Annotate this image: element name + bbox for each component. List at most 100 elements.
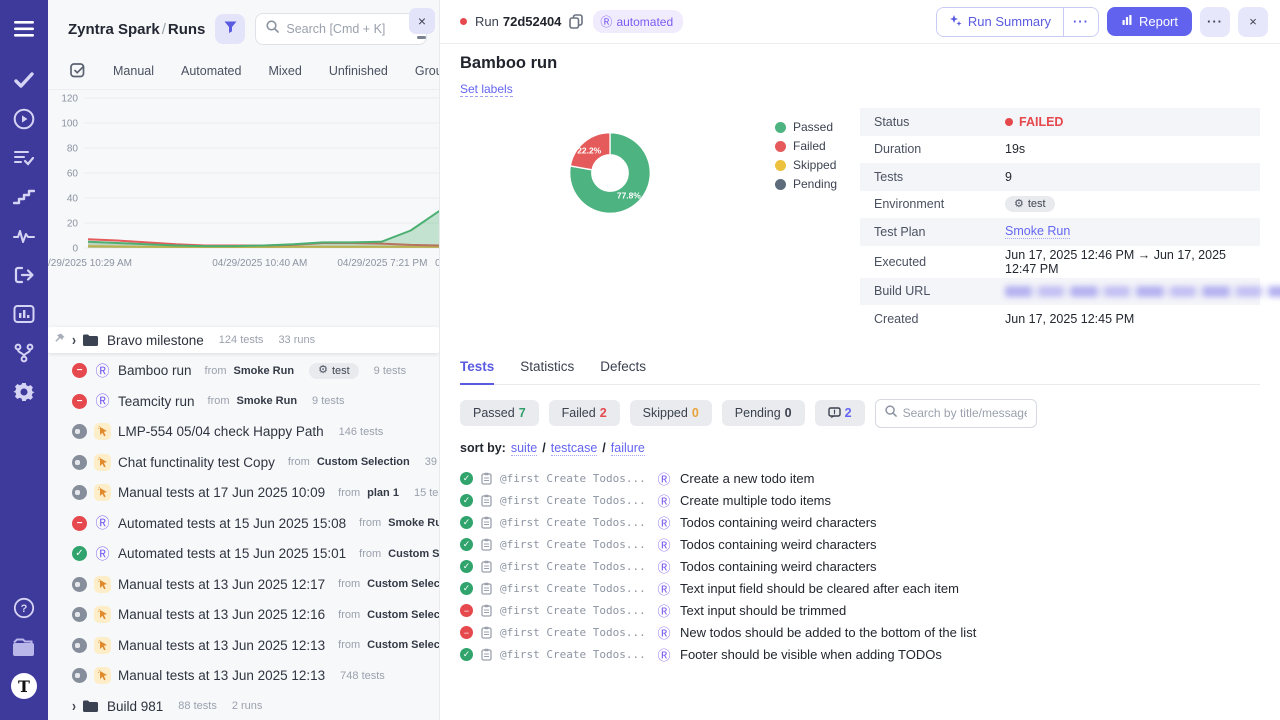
test-suite-path[interactable]: @first Create Todos... [500, 604, 648, 617]
test-suite-path[interactable]: @first Create Todos... [500, 516, 648, 529]
test-row[interactable]: ✓@first Create Todos...ⓇTodos containing… [460, 556, 1260, 578]
automated-badge[interactable]: Ⓡautomated [593, 10, 683, 33]
test-name[interactable]: Todos containing weird characters [680, 515, 877, 530]
sort-by-testcase[interactable]: testcase [551, 441, 598, 456]
branch-icon[interactable] [9, 338, 39, 368]
test-row[interactable]: ✓@first Create Todos...ⓇCreate multiple … [460, 490, 1260, 512]
report-button[interactable]: Report [1107, 7, 1192, 36]
run-row[interactable]: −ⓇAutomated tests at 15 Jun 2025 15:08fr… [48, 510, 439, 536]
test-suite-path[interactable]: @first Create Todos... [500, 538, 648, 551]
run-row[interactable]: −ⓇTeamcity runfromSmoke Run9 tests [48, 388, 439, 414]
run-source[interactable]: Custom Selection [367, 578, 439, 590]
gear-icon[interactable] [9, 377, 39, 407]
tab-unfinished[interactable]: Unfinished [329, 64, 388, 78]
test-name[interactable]: Todos containing weird characters [680, 559, 877, 574]
panel-close-button[interactable]: × [409, 8, 435, 34]
filter-pending-button[interactable]: Pending0 [722, 400, 805, 426]
test-plan-link[interactable]: Smoke Run [1005, 224, 1070, 239]
runs-search-input[interactable] [286, 22, 416, 36]
run-row[interactable]: Manual tests at 13 Jun 2025 12:13fromCus… [48, 632, 439, 658]
build-url-blurred[interactable] [1005, 286, 1280, 297]
test-name[interactable]: Text input field should be cleared after… [680, 581, 959, 596]
run-row[interactable]: Manual tests at 17 Jun 2025 10:09frompla… [48, 480, 439, 506]
test-name[interactable]: Footer should be visible when adding TOD… [680, 647, 942, 662]
select-all-icon[interactable] [70, 63, 86, 79]
breadcrumb-project[interactable]: Zyntra Spark [68, 21, 160, 38]
tests-search[interactable] [875, 399, 1037, 428]
test-row[interactable]: ✓@first Create Todos...ⓇFooter should be… [460, 644, 1260, 666]
run-source[interactable]: plan 1 [367, 487, 399, 499]
test-row[interactable]: ✓@first Create Todos...ⓇText input field… [460, 578, 1260, 600]
sort-by-failure[interactable]: failure [611, 441, 645, 456]
tab-manual[interactable]: Manual [113, 64, 154, 78]
set-labels-link[interactable]: Set labels [460, 82, 513, 97]
test-name[interactable]: Text input should be trimmed [680, 603, 846, 618]
run-folder-row[interactable]: ›Build 98188 tests2 runs [48, 693, 439, 719]
test-suite-path[interactable]: @first Create Todos... [500, 582, 648, 595]
comments-filter-button[interactable]: 2 [815, 400, 865, 426]
list-check-icon[interactable] [9, 143, 39, 173]
run-row[interactable]: ✓ⓇAutomated tests at 15 Jun 2025 15:01fr… [48, 541, 439, 567]
steps-icon[interactable] [9, 182, 39, 212]
test-row[interactable]: −@first Create Todos...ⓇNew todos should… [460, 622, 1260, 644]
menu-icon[interactable] [9, 14, 39, 44]
run-row[interactable]: LMP-554 05/04 check Happy Path146 tests [48, 419, 439, 445]
chevron-right-icon[interactable]: › [72, 697, 76, 715]
run-row[interactable]: −ⓇBamboo runfromSmoke Run⚙test9 tests [48, 358, 439, 384]
run-source[interactable]: Custom Selection [317, 456, 410, 468]
more-actions-button[interactable]: ··· [1200, 7, 1230, 37]
app-logo[interactable]: T [9, 671, 39, 701]
run-source[interactable]: Smoke Run [388, 517, 439, 529]
tests-search-input[interactable] [903, 406, 1027, 420]
chevron-right-icon[interactable]: › [72, 331, 76, 349]
tab-defects[interactable]: Defects [600, 359, 646, 384]
test-row[interactable]: −@first Create Todos...ⓇText input shoul… [460, 600, 1260, 622]
filter-failed-button[interactable]: Failed2 [549, 400, 620, 426]
run-source[interactable]: Smoke Run [234, 365, 295, 377]
run-source[interactable]: Custom Selection [388, 548, 439, 560]
run-summary-button[interactable]: Run Summary [937, 8, 1063, 36]
test-suite-path[interactable]: @first Create Todos... [500, 626, 648, 639]
tab-statistics[interactable]: Statistics [520, 359, 574, 384]
help-icon[interactable]: ? [9, 593, 39, 623]
test-suite-path[interactable]: @first Create Todos... [500, 494, 648, 507]
test-name[interactable]: Create multiple todo items [680, 493, 831, 508]
tab-mixed[interactable]: Mixed [268, 64, 301, 78]
folder-icon[interactable] [9, 632, 39, 662]
test-row[interactable]: ✓@first Create Todos...ⓇTodos containing… [460, 512, 1260, 534]
run-row[interactable]: Manual tests at 13 Jun 2025 12:16fromCus… [48, 602, 439, 628]
sort-by-suite[interactable]: suite [511, 441, 537, 456]
bar-chart-icon[interactable] [9, 299, 39, 329]
filter-skipped-button[interactable]: Skipped0 [630, 400, 712, 426]
activity-icon[interactable] [9, 221, 39, 251]
runs-search[interactable] [255, 13, 427, 45]
test-name[interactable]: New todos should be added to the bottom … [680, 625, 976, 640]
run-row[interactable]: Chat functinality test CopyfromCustom Se… [48, 449, 439, 475]
tab-tests[interactable]: Tests [460, 359, 494, 385]
run-source[interactable]: Custom Selection [367, 639, 439, 651]
test-name[interactable]: Create a new todo item [680, 471, 814, 486]
run-folder-row[interactable]: ›Bravo milestone124 tests33 runs [48, 327, 439, 353]
tab-automated[interactable]: Automated [181, 64, 241, 78]
test-suite-path[interactable]: @first Create Todos... [500, 472, 648, 485]
test-row[interactable]: ✓@first Create Todos...ⓇTodos containing… [460, 534, 1260, 556]
run-list: ›Bravo milestone124 tests33 runs −ⓇBamboo… [48, 327, 439, 719]
run-source[interactable]: Custom Selection [367, 609, 439, 621]
run-source[interactable]: Smoke Run [237, 395, 298, 407]
test-row[interactable]: ✓@first Create Todos...ⓇCreate a new tod… [460, 468, 1260, 490]
run-row[interactable]: Manual tests at 13 Jun 2025 12:17fromCus… [48, 571, 439, 597]
check-icon[interactable] [9, 65, 39, 95]
sign-in-icon[interactable] [9, 260, 39, 290]
test-name[interactable]: Todos containing weird characters [680, 537, 877, 552]
run-row[interactable]: Manual tests at 13 Jun 2025 12:13748 tes… [48, 663, 439, 689]
panel-collapse-handle[interactable] [417, 36, 426, 39]
copy-run-id-button[interactable] [569, 14, 583, 29]
play-circle-icon[interactable] [9, 104, 39, 134]
run-summary-more-button[interactable]: ··· [1063, 8, 1098, 36]
close-run-button[interactable]: × [1238, 7, 1268, 37]
test-suite-path[interactable]: @first Create Todos... [500, 560, 648, 573]
filter-passed-button[interactable]: Passed7 [460, 400, 539, 426]
test-suite-path[interactable]: @first Create Todos... [500, 648, 648, 661]
tab-groups[interactable]: Groups [415, 64, 440, 78]
filter-button[interactable] [215, 14, 245, 44]
